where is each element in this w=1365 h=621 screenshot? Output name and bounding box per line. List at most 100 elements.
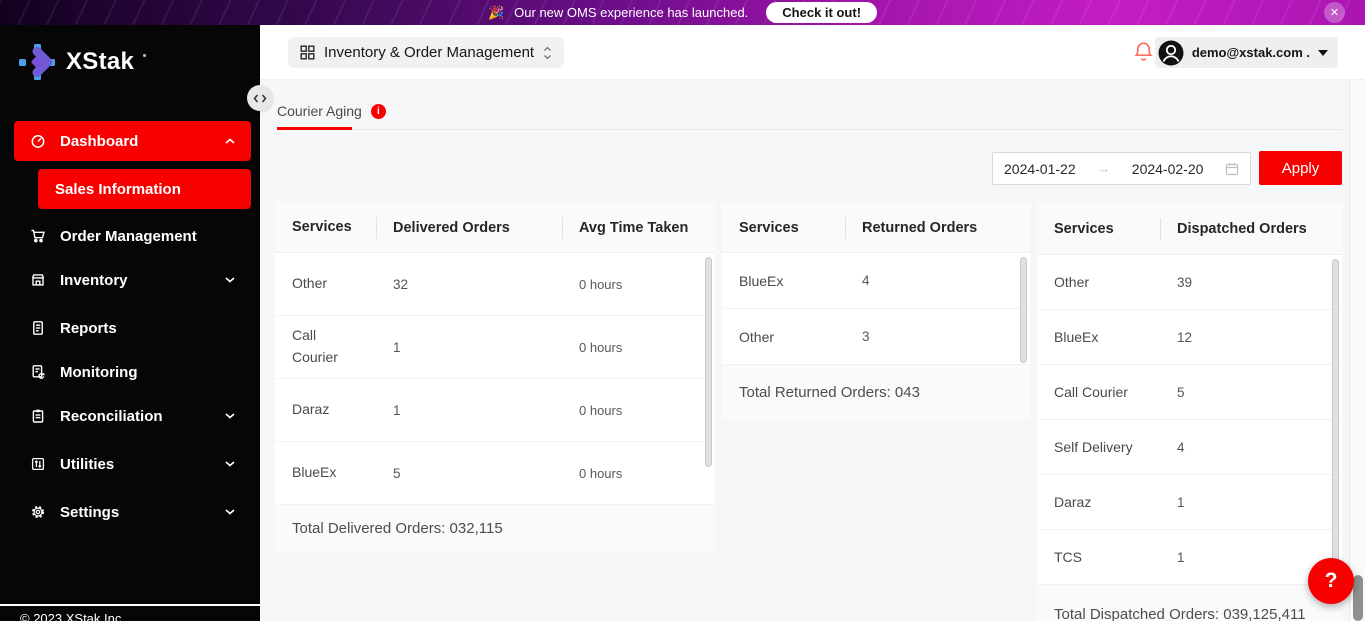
count-cell: 1 <box>376 340 562 355</box>
table-scrollbar[interactable] <box>705 257 712 467</box>
chevron-down-icon <box>225 509 235 515</box>
returned-orders-table: Services Returned Orders BlueEx 4 Other … <box>722 203 1030 420</box>
service-cell: BlueEx <box>722 273 845 289</box>
logo-text: XStak <box>66 48 134 76</box>
count-cell: 39 <box>1160 275 1342 290</box>
service-cell: Other <box>275 273 376 295</box>
count-cell: 1 <box>1160 550 1342 565</box>
sidebar-item-reports[interactable]: Reports <box>14 311 251 345</box>
table-total: Total Delivered Orders: 032,115 <box>275 505 715 551</box>
chevron-down-icon <box>225 413 235 419</box>
count-cell: 1 <box>376 403 562 418</box>
table-total: Total Returned Orders: 043 <box>722 365 1030 420</box>
banner-close-icon[interactable]: ✕ <box>1324 2 1345 23</box>
chevron-down-icon <box>225 277 235 283</box>
service-cell: TCS <box>1037 549 1160 565</box>
xstak-logo-icon <box>16 41 58 83</box>
table-row: BlueEx 5 0 hours <box>275 442 715 505</box>
user-menu[interactable]: demo@xstak.com . <box>1155 37 1338 68</box>
table-row: Call Courier 1 0 hours <box>275 316 715 379</box>
cart-icon <box>30 228 46 244</box>
table-row: Other 39 <box>1037 255 1342 310</box>
table-row: Call Courier 5 <box>1037 365 1342 420</box>
column-header: Delivered Orders <box>376 203 562 252</box>
sidebar-item-reconciliation[interactable]: Reconciliation <box>14 399 251 433</box>
column-header: Returned Orders <box>845 203 1030 252</box>
sidebar-item-label: Monitoring <box>60 364 137 381</box>
sidebar-item-order-management[interactable]: Order Management <box>14 219 251 253</box>
sidebar-item-inventory[interactable]: Inventory <box>14 263 251 297</box>
service-cell: Other <box>1037 274 1160 290</box>
delivered-orders-table: Services Delivered Orders Avg Time Taken… <box>275 203 715 551</box>
table-header-row: Services Delivered Orders Avg Time Taken <box>275 203 715 253</box>
promo-message: Our new OMS experience has launched. <box>514 5 748 20</box>
calendar-icon <box>1225 162 1239 176</box>
column-header: Dispatched Orders <box>1160 203 1342 254</box>
count-cell: 12 <box>1160 330 1342 345</box>
count-cell: 4 <box>1160 440 1342 455</box>
page-scrollbar[interactable] <box>1349 80 1365 621</box>
sidebar-collapse-toggle[interactable] <box>247 85 273 111</box>
monitoring-icon <box>30 364 46 380</box>
sidebar-item-dashboard[interactable]: Dashboard <box>14 121 251 161</box>
app-switcher[interactable]: Inventory & Order Management <box>288 37 564 68</box>
sidebar: XStak Dashboard Sales Information Order … <box>0 25 260 621</box>
table-row: BlueEx 4 <box>722 253 1030 309</box>
count-cell: 4 <box>845 273 1030 288</box>
sidebar-item-settings[interactable]: Settings <box>14 495 251 529</box>
table-row: Daraz 1 <box>1037 475 1342 530</box>
collapse-arrows-icon <box>253 94 267 103</box>
column-header: Services <box>722 203 845 252</box>
xstak-logo: XStak <box>16 41 146 83</box>
logo-trademark-dot <box>143 54 146 57</box>
clipboard-icon <box>30 408 46 424</box>
table-total: Total Dispatched Orders: 039,125,411 <box>1037 585 1342 621</box>
sidebar-item-monitoring[interactable]: Monitoring <box>14 355 251 389</box>
table-scrollbar[interactable] <box>1332 259 1339 574</box>
service-cell: BlueEx <box>1037 329 1160 345</box>
sliders-icon <box>30 456 46 472</box>
apply-button[interactable]: Apply <box>1259 151 1342 185</box>
table-scrollbar[interactable] <box>1020 257 1027 363</box>
user-email: demo@xstak.com . <box>1192 45 1310 60</box>
tab-label: Courier Aging <box>277 103 362 119</box>
time-cell: 0 hours <box>562 277 715 292</box>
service-cell: Call Courier <box>1037 384 1160 400</box>
sidebar-item-label: Dashboard <box>60 133 138 150</box>
tabs-divider <box>277 129 1342 130</box>
dispatched-orders-table: Services Dispatched Orders Other 39 Blue… <box>1037 203 1342 621</box>
count-cell: 3 <box>845 329 1030 344</box>
info-icon[interactable] <box>371 104 386 119</box>
sidebar-item-label: Reports <box>60 320 117 337</box>
notification-bell-icon[interactable] <box>1134 41 1153 68</box>
date-range-arrow-icon: → <box>1097 161 1110 176</box>
sidebar-item-label: Settings <box>60 504 119 521</box>
page-scrollbar-thumb[interactable] <box>1353 575 1363 621</box>
store-icon <box>30 272 46 288</box>
table-row: Self Delivery 4 <box>1037 420 1342 475</box>
report-icon <box>30 320 46 336</box>
sidebar-item-utilities[interactable]: Utilities <box>14 447 251 481</box>
service-cell: BlueEx <box>275 462 376 484</box>
table-row: Other 3 <box>722 309 1030 365</box>
chevron-down-icon <box>225 461 235 467</box>
sidebar-footer-divider <box>0 604 260 606</box>
date-range-picker[interactable]: 2024-01-22 → 2024-02-20 <box>992 152 1251 185</box>
sidebar-item-label: Order Management <box>60 228 197 245</box>
sidebar-item-label: Inventory <box>60 272 128 289</box>
check-it-out-button[interactable]: Check it out! <box>766 2 877 23</box>
sidebar-item-sales-information[interactable]: Sales Information <box>38 169 251 209</box>
gear-icon <box>30 504 46 520</box>
table-row: TCS 1 <box>1037 530 1342 585</box>
time-cell: 0 hours <box>562 403 715 418</box>
date-to-value[interactable]: 2024-02-20 <box>1132 161 1204 177</box>
count-cell: 32 <box>376 277 562 292</box>
time-cell: 0 hours <box>562 466 715 481</box>
count-cell: 5 <box>1160 385 1342 400</box>
table-row: BlueEx 12 <box>1037 310 1342 365</box>
top-header: Inventory & Order Management demo@xstak.… <box>260 25 1365 80</box>
date-from-value[interactable]: 2024-01-22 <box>1004 161 1076 177</box>
table-row: Other 32 0 hours <box>275 253 715 316</box>
tab-courier-aging[interactable]: Courier Aging <box>277 103 386 119</box>
help-button[interactable]: ? <box>1308 558 1354 604</box>
